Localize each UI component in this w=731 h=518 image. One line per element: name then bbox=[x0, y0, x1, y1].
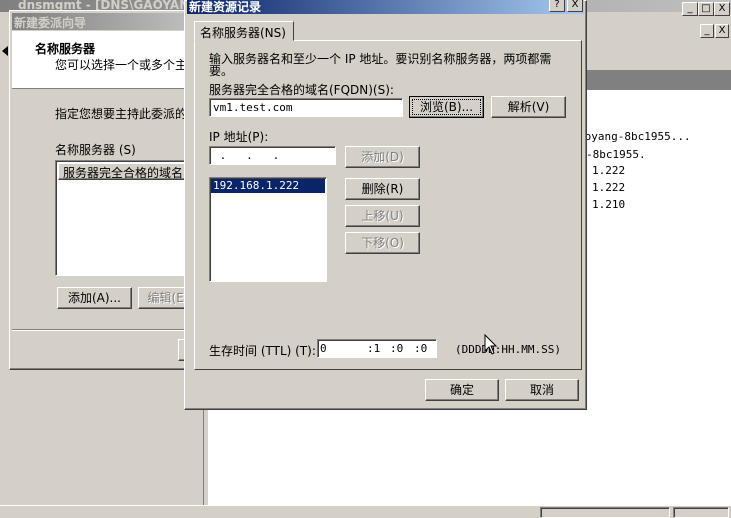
close-icon[interactable]: X bbox=[567, 0, 583, 12]
ttl-hours: :1 bbox=[367, 342, 381, 355]
list-item[interactable]: 1.210 bbox=[592, 198, 625, 211]
delete-button[interactable]: 删除(R) bbox=[345, 178, 420, 200]
restore-icon[interactable]: □ bbox=[698, 2, 714, 16]
cancel-button[interactable]: 取消 bbox=[505, 379, 579, 401]
wizard-subheading: 您可以选择一个或多个主 bbox=[55, 58, 188, 72]
minimize-icon[interactable]: _ bbox=[682, 2, 698, 16]
description-text: 输入服务器名和至少一个 IP 地址。要识别名称服务器，两项都需要。 bbox=[209, 52, 552, 78]
fqdn-input[interactable]: vm1.test.com bbox=[209, 98, 403, 117]
close-icon[interactable]: X bbox=[714, 2, 730, 16]
mmc-toolbar-band bbox=[585, 70, 731, 90]
status-panel bbox=[673, 507, 729, 518]
dialog-title: 新建资源记录 bbox=[189, 0, 262, 14]
ttl-label: 生存时间 (TTL) (T): bbox=[209, 344, 316, 358]
wizard-instruction: 指定您想要主持此委派的 bbox=[55, 107, 188, 121]
fqdn-label: 服务器完全合格的域名(FQDN)(S): bbox=[209, 83, 394, 97]
move-down-button[interactable]: 下移(O) bbox=[345, 232, 420, 254]
wizard-footer-divider bbox=[12, 329, 196, 331]
tab-name-server-label: 名称服务器(NS) bbox=[200, 26, 286, 40]
wizard-title: 新建委派向导 bbox=[14, 16, 87, 30]
status-panel bbox=[540, 507, 670, 518]
ttl-minutes: :0 bbox=[390, 342, 404, 355]
ip-address-input[interactable]: . . . bbox=[209, 146, 336, 165]
list-item[interactable]: -8bc1955. bbox=[586, 148, 646, 161]
list-item[interactable]: 1.222 bbox=[592, 181, 625, 194]
ip-label: IP 地址(P): bbox=[209, 130, 269, 144]
wizard-add-button[interactable]: 添加(A)... bbox=[57, 287, 132, 309]
mouse-cursor-icon bbox=[484, 334, 498, 355]
ok-button[interactable]: 确定 bbox=[425, 379, 499, 401]
ip-list-item-selected[interactable]: 192.168.1.222 bbox=[211, 179, 325, 193]
pane-divider[interactable] bbox=[203, 405, 208, 505]
ns-column-header-label: 服务器完全合格的域名 bbox=[63, 166, 184, 180]
wizard-heading: 名称服务器 bbox=[35, 42, 96, 56]
new-resource-record-dialog: 新建资源记录 ? X 名称服务器(NS) 输入服务器名和至少一个 IP 地址。要… bbox=[184, 0, 587, 410]
minimize-icon[interactable]: _ bbox=[700, 24, 714, 38]
close-icon[interactable]: X bbox=[715, 24, 729, 38]
ns-label: 名称服务器 (S) bbox=[55, 143, 136, 157]
tree-arrow-icon[interactable] bbox=[2, 46, 8, 56]
ttl-seconds: :0 bbox=[414, 342, 428, 355]
delegation-wizard: 新建委派向导 名称服务器 您可以选择一个或多个主 指定您想要主持此委派的 名称服… bbox=[9, 10, 199, 370]
ttl-days: 0 bbox=[320, 342, 327, 355]
move-up-button[interactable]: 上移(U) bbox=[345, 205, 420, 227]
browse-button[interactable]: 浏览(B)... bbox=[409, 96, 484, 118]
list-item[interactable]: 1.222 bbox=[592, 164, 625, 177]
list-item[interactable]: aoyang-8bc1955... bbox=[578, 130, 691, 143]
help-icon[interactable]: ? bbox=[549, 0, 565, 12]
ip-add-button[interactable]: 添加(D) bbox=[345, 146, 420, 168]
ttl-format-hint: (DDDDD:HH.MM.SS) bbox=[455, 343, 561, 356]
resolve-button[interactable]: 解析(V) bbox=[491, 96, 566, 118]
